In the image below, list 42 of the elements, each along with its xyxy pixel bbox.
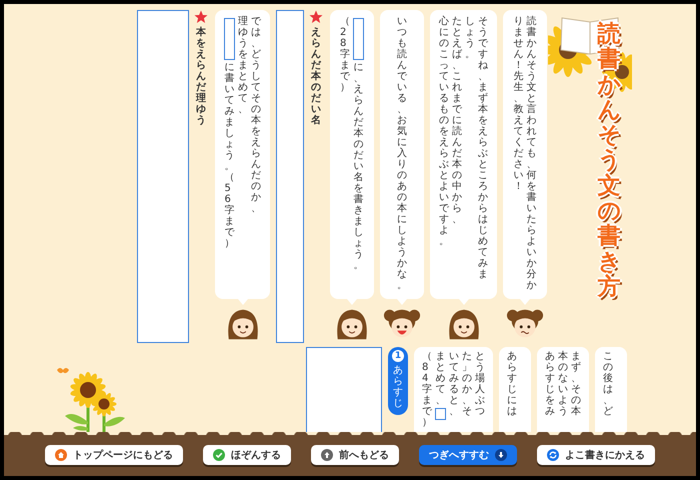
speech-text: 読書かんそう文と言われても、何を書いたらよいか分か [526, 16, 536, 291]
check-icon [213, 449, 225, 461]
nav-button[interactable]: トップページにもどる [45, 445, 183, 465]
arrow-down-icon [495, 449, 507, 461]
speech-text: 本のないよう [558, 351, 568, 417]
field-heading: えらんだ本のだい名 [311, 27, 321, 126]
rotate-icon [547, 449, 559, 461]
speech-text: 理ゆうをまとめて、 [238, 16, 248, 115]
arrow-up-icon [321, 449, 333, 461]
speech-text: この後は、ど [603, 351, 613, 417]
speech-text: りません！先生、教えてください！ [514, 16, 524, 192]
field-box-icon [224, 18, 235, 60]
home-icon [55, 449, 67, 461]
answer-field[interactable] [137, 10, 189, 343]
nav-button[interactable]: つぎへすすむ [419, 445, 517, 465]
speech-text: あらすじには [507, 351, 517, 417]
answer-field[interactable] [306, 347, 382, 432]
speech-text: しょう。 [465, 16, 475, 60]
speech-text: （28字まで） [340, 16, 350, 93]
badge-label: あらすじ [393, 365, 403, 409]
speech-text: たとえば、これまでに読んだ本の中から、 [452, 16, 462, 225]
speech-text: まず、その本 [571, 351, 581, 417]
badge-number: 1 [392, 350, 404, 362]
speech-text: いつも読んでいる、お気に入りのあの本にしようかな。 [397, 16, 407, 291]
speech-text: では、どうしてその本をえらんだのか、 [251, 16, 261, 214]
answer-field[interactable] [276, 10, 304, 343]
speech-text: に、えらんだ本のだい名を書きましょう。 [354, 62, 364, 271]
speech-text: いてみると、 [449, 351, 459, 417]
speech-text: 心にのこっているものをえらぶとよいですよ。 [439, 16, 449, 247]
nav-button[interactable]: よこ書きにかえる [537, 445, 655, 465]
nav-button[interactable]: 前へもどる [311, 445, 399, 465]
speech-text: （84字まで） [422, 351, 432, 428]
speech-text: そうですね、まず本をえらぶところからはじめてみま [478, 16, 488, 280]
speech-text: に書いてみましょう。（56字まで） [224, 62, 234, 249]
field-box-icon [435, 408, 446, 420]
speech-text: まとめて、 [436, 351, 446, 406]
speech-text: とう場人ぶつ [475, 351, 485, 417]
speech-text: あらすじをみ [545, 351, 555, 417]
speech-text: た」のか、そ [462, 351, 472, 417]
nav-button[interactable]: ほぞんする [203, 445, 291, 465]
field-heading: 本をえらんだ理ゆう [196, 27, 206, 126]
field-box-icon [353, 18, 364, 60]
